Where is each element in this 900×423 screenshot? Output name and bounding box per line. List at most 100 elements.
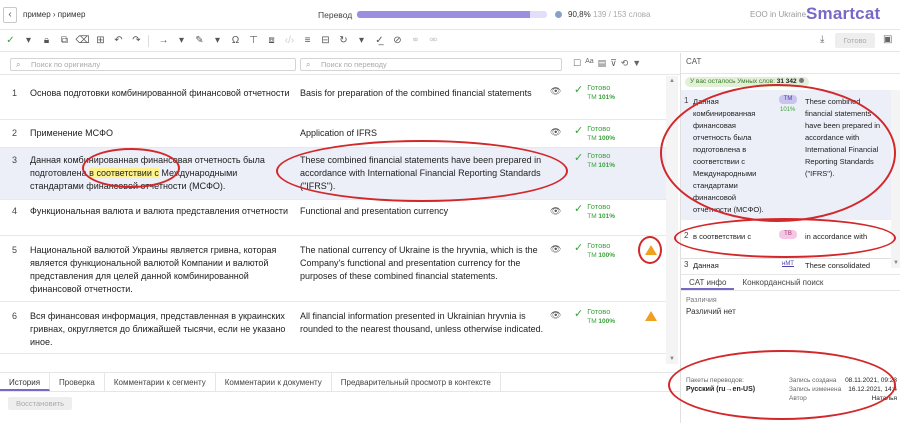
confirmed-check-icon: ✓ (574, 203, 584, 215)
clear-filter-icon[interactable]: ⊽ (610, 58, 617, 69)
lock-icon[interactable]: 🔒︎ (39, 33, 54, 49)
segment-row[interactable]: 4 Функциональная валюта и валюта предста… (0, 200, 666, 236)
clear-icon[interactable]: ⌫ (75, 33, 90, 49)
organization-name[interactable]: ЕОО in Ukraine (750, 10, 806, 19)
eye-icon[interactable]: 👁︎ (550, 86, 561, 97)
scroll-down-icon[interactable]: ▼ (893, 260, 899, 266)
tab-check[interactable]: Проверка (50, 373, 105, 391)
dropdown-arrow-icon-2[interactable]: ▾ (174, 33, 189, 49)
source-search-placeholder: Поиск по оригиналу (31, 60, 101, 69)
panel-layout-icon[interactable]: ▣ (883, 34, 892, 45)
segment-source: Данная комбинированная финансовая отчетн… (30, 154, 290, 193)
checkbox-icon[interactable]: ☐ (573, 58, 581, 69)
copy-tags-icon[interactable]: ⧈ (264, 33, 279, 49)
undo-icon[interactable]: ↶ (111, 33, 126, 49)
segment-status: ✓ Готово TM 100% (574, 241, 615, 260)
segment-row-active[interactable]: 3 Данная комбинированная финансовая отче… (0, 148, 666, 200)
refresh-icon[interactable]: ↻ (336, 33, 351, 49)
cat-item-match: 101% (780, 107, 796, 113)
confirm-button[interactable]: Готово (835, 33, 875, 48)
split-icon[interactable]: ⊟ (318, 33, 333, 49)
tm-label: TM (587, 135, 597, 142)
search-icon: ⌕ (16, 60, 21, 69)
tab-segment-comments[interactable]: Комментарии к сегменту (105, 373, 216, 391)
brush-icon[interactable]: ✎ (192, 33, 207, 49)
sync-icon[interactable]: ⟲ (621, 58, 629, 69)
segment-row[interactable]: 1 Основа подготовки комбинированной фина… (0, 76, 666, 120)
segment-status: ✓ Готово TM 101% (574, 202, 615, 221)
back-button[interactable]: ‹ (3, 6, 17, 23)
eye-icon[interactable]: 👁︎ (550, 206, 561, 217)
confirmed-check-icon: ✓ (574, 242, 584, 254)
segment-target[interactable]: The national currency of Ukraine is the … (300, 244, 548, 283)
segment-target[interactable]: Basis for preparation of the combined fi… (300, 87, 548, 100)
dropdown-arrow-icon[interactable]: ▾ (21, 33, 36, 49)
breadcrumb[interactable]: пример › пример (23, 10, 85, 19)
tag-icon[interactable]: ⊤ (246, 33, 261, 49)
segment-target[interactable]: Functional and presentation currency (300, 205, 548, 218)
record-meta: Запись создана 08.11.2021, 09:23 Запись и… (789, 376, 897, 403)
case-sensitive-toggle[interactable]: Aa (585, 58, 594, 69)
arrow-right-icon[interactable]: → (156, 33, 171, 49)
confirm-check-icon[interactable]: ✓ (3, 33, 18, 49)
scroll-up-icon[interactable]: ▲ (669, 78, 675, 84)
warning-icon[interactable] (645, 245, 657, 255)
tm-label: TM (587, 252, 597, 259)
target-search-input[interactable]: ⌕ Поиск по переводу (300, 58, 562, 71)
eye-icon[interactable]: 👁︎ (550, 244, 561, 255)
segment-row[interactable]: 6 Вся финансовая информация, представлен… (0, 302, 666, 354)
segment-number: 5 (12, 245, 18, 255)
tab-concordance-search[interactable]: Конкордансный поиск (734, 275, 831, 290)
filter-icon[interactable]: ▼ (632, 58, 641, 69)
dropdown-arrow-icon-4[interactable]: ▾ (354, 33, 369, 49)
tab-history[interactable]: История (0, 373, 51, 391)
format-icon[interactable]: ▤ (598, 58, 607, 69)
align-icon[interactable]: ≡ (300, 33, 315, 49)
eye-icon[interactable]: 👁︎ (550, 127, 561, 138)
progress-percent: 90,8% (568, 10, 591, 19)
segment-target[interactable]: Application of IFRS (300, 127, 548, 140)
spellcheck-icon[interactable]: ✓̲ (372, 33, 387, 49)
differences-label: Различия (686, 297, 717, 304)
qa-icon[interactable]: ⊘ (390, 33, 405, 49)
scroll-down-icon[interactable]: ▼ (669, 356, 675, 362)
cat-item-mt-badge: нМТ (782, 261, 794, 267)
segment-number: 6 (12, 311, 18, 321)
restore-button[interactable]: Восстановить (8, 397, 72, 410)
status-text: Готово (587, 202, 611, 211)
copy-source-icon[interactable]: ⧉ (57, 33, 72, 49)
cat-match-item[interactable]: 2 в соответствии с TB in accordance with (681, 225, 891, 255)
package-label: Пакеты переводов: (686, 377, 744, 384)
dropdown-arrow-icon-3[interactable]: ▾ (210, 33, 225, 49)
grid-scrollbar[interactable]: ▲ ▼ (666, 76, 678, 364)
segment-number: 3 (12, 155, 18, 165)
status-text: Готово (587, 307, 611, 316)
tab-cat[interactable]: CAT (686, 57, 701, 66)
cat-match-item[interactable]: 3 Данная нМТ These consolidated (681, 258, 891, 270)
download-icon[interactable]: ⤓ (820, 34, 824, 45)
source-search-input[interactable]: ⌕ Поиск по оригиналу (10, 58, 296, 71)
segment-target[interactable]: All financial information presented in U… (300, 310, 548, 336)
segment-number: 2 (12, 128, 18, 138)
tab-context-preview[interactable]: Предварительный просмотр в контексте (332, 373, 501, 391)
cat-scrollbar[interactable]: ▼ (891, 90, 900, 268)
match-percent: 101% (598, 213, 616, 220)
unlink-icon[interactable]: ⚮ (426, 33, 441, 49)
redo-icon[interactable]: ↷ (129, 33, 144, 49)
tab-cat-info[interactable]: CAT инфо (681, 275, 735, 290)
warning-icon[interactable] (645, 311, 657, 321)
segment-number: 4 (12, 206, 18, 216)
tab-document-comments[interactable]: Комментарии к документу (216, 373, 332, 391)
code-icon[interactable]: ‹/› (282, 33, 297, 49)
cat-match-item[interactable]: 1 Данная комбинированная финансовая отче… (681, 90, 891, 220)
segment-row[interactable]: 2 Применение МСФО Application of IFRS 👁︎… (0, 120, 666, 148)
insert-tag-icon[interactable]: ⊞ (93, 33, 108, 49)
omega-icon[interactable]: Ω (228, 33, 243, 49)
segment-row[interactable]: 5 Национальной валютой Украины является … (0, 236, 666, 302)
smart-words-badge: У вас осталось Умных слов: 31 342 (685, 77, 809, 87)
package-value: Русский (ru→en-US) (686, 386, 756, 393)
smart-words-bar: У вас осталось Умных слов: 31 342 (681, 73, 900, 87)
segment-target-editor[interactable]: These combined financial statements have… (300, 154, 548, 193)
eye-icon[interactable]: 👁︎ (550, 310, 561, 321)
link-icon[interactable]: ⚭ (408, 33, 423, 49)
